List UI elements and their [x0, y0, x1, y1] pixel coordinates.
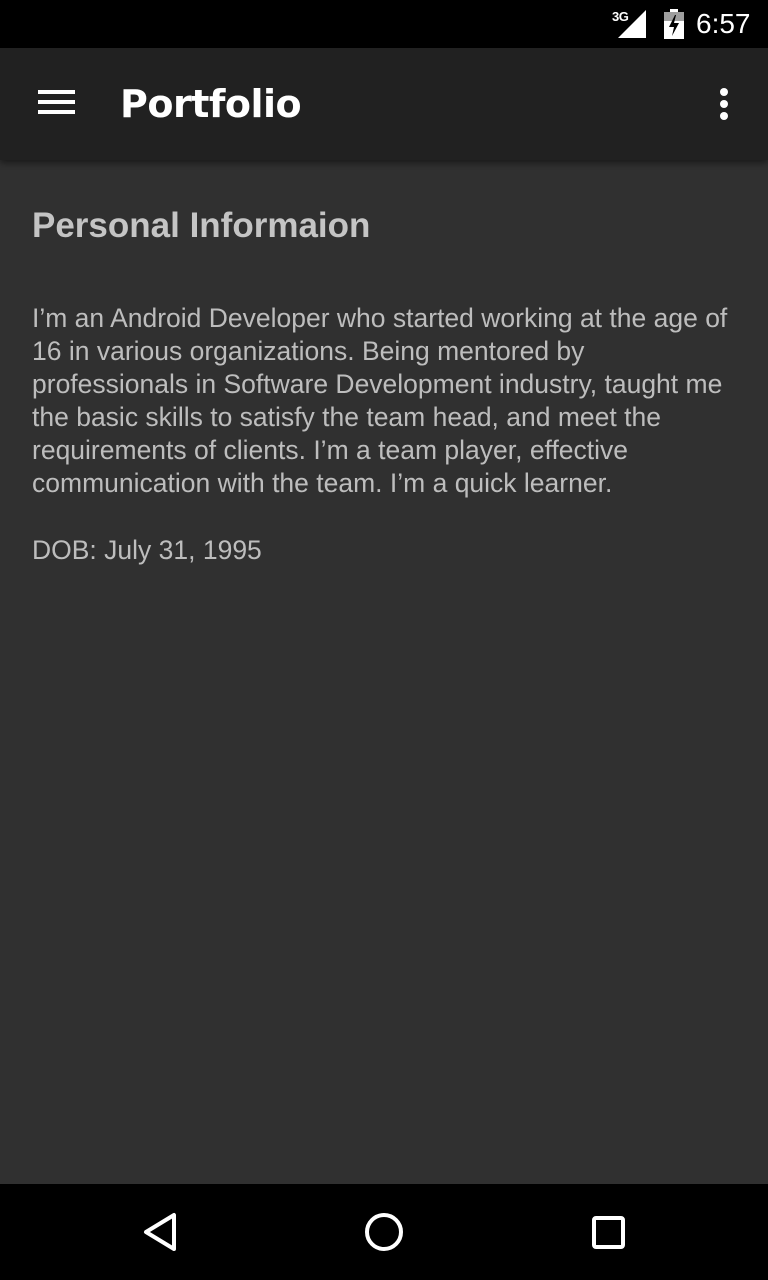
main-content: Personal Informaion I’m an Android Devel…: [0, 160, 768, 1184]
clock: 6:57: [696, 8, 751, 39]
battery-charging-icon: [664, 9, 684, 39]
more-vert-icon[interactable]: [700, 80, 748, 128]
bio-paragraph: I’m an Android Developer who started wor…: [32, 303, 728, 498]
section-heading: Personal Informaion: [32, 206, 371, 245]
navigation-bar: [0, 1184, 768, 1280]
app-bar: Portfolio: [0, 48, 768, 160]
back-triangle-icon[interactable]: [136, 1208, 184, 1256]
app-title: Portfolio: [120, 82, 302, 126]
status-bar: 3G 6:57: [0, 0, 768, 48]
signal-icon: [618, 10, 646, 38]
dob-text: DOB: July 31, 1995: [32, 535, 262, 565]
recents-square-icon[interactable]: [584, 1208, 632, 1256]
hamburger-menu-icon[interactable]: [24, 80, 88, 128]
home-circle-icon[interactable]: [360, 1208, 408, 1256]
